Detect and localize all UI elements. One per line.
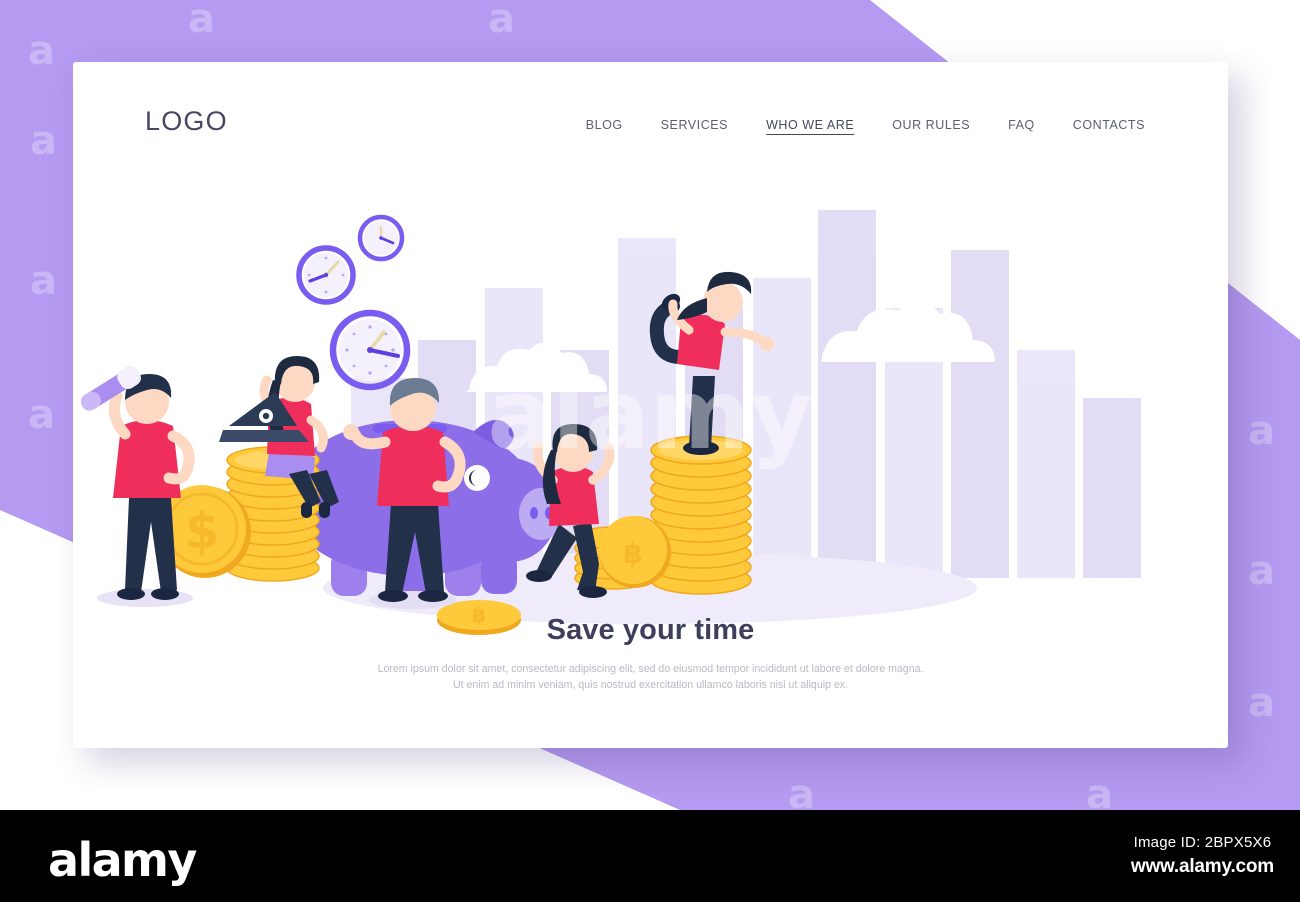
watermark-a-icon: a xyxy=(30,118,57,164)
alamy-url: www.alamy.com xyxy=(1130,856,1274,877)
watermark-a-icon: a xyxy=(188,0,215,42)
nav-item-contacts[interactable]: CONTACTS xyxy=(1054,114,1164,136)
hero-paragraph: Lorem ipsum dolor sit amet, consectetur … xyxy=(73,661,1228,693)
hero-illustration: $ ฿ ฿ alamy xyxy=(73,180,1228,650)
nav-item-blog[interactable]: BLOG xyxy=(567,114,642,136)
illustration-watermark: alamy xyxy=(487,359,812,471)
watermark-a-icon: a xyxy=(30,258,57,304)
svg-text:฿: ฿ xyxy=(623,537,642,570)
watermark-a-icon: a xyxy=(488,0,515,42)
site-logo[interactable]: LOGO xyxy=(145,106,228,137)
hero-paragraph-line-1: Lorem ipsum dolor sit amet, consectetur … xyxy=(377,663,924,675)
watermark-a-icon: a xyxy=(788,772,815,810)
alamy-image-id: Image ID: 2BPX5X6 xyxy=(1133,834,1272,851)
nav-item-who-we-are[interactable]: WHO WE ARE xyxy=(747,114,873,136)
clock-large-icon xyxy=(329,309,411,391)
page-title: Save your time xyxy=(546,614,755,646)
svg-text:$: $ xyxy=(185,502,220,560)
alamy-watermark-bar: alamy Image ID: 2BPX5X6 www.alamy.com xyxy=(0,810,1300,902)
clock-medium-icon xyxy=(296,245,356,305)
nav-item-our-rules[interactable]: OUR RULES xyxy=(873,114,989,136)
clock-small-icon xyxy=(357,214,405,262)
hero-illustration-svg: $ ฿ ฿ alamy xyxy=(80,210,1141,635)
watermark-a-icon: a xyxy=(1248,408,1275,454)
nav-item-services[interactable]: SERVICES xyxy=(642,114,747,136)
watermark-a-icon: a xyxy=(1248,548,1275,594)
watermark-a-icon: a xyxy=(28,28,55,74)
alamy-logo: alamy xyxy=(48,833,197,887)
alamy-meta: Image ID: 2BPX5X6 www.alamy.com xyxy=(1131,834,1274,878)
watermark-a-icon: a xyxy=(1248,680,1275,726)
watermark-a-icon: a xyxy=(1086,772,1113,810)
main-navigation: BLOG SERVICES WHO WE ARE OUR RULES FAQ C… xyxy=(567,114,1164,136)
landing-page-card: LOGO BLOG SERVICES WHO WE ARE OUR RULES … xyxy=(73,62,1228,748)
watermark-a-icon: a xyxy=(28,392,55,438)
hero-text-block: Save your time Lorem ipsum dolor sit ame… xyxy=(73,614,1228,693)
nav-item-faq[interactable]: FAQ xyxy=(989,114,1054,136)
hero-paragraph-line-2: Ut enim ad minim veniam, quis nostrud ex… xyxy=(452,679,849,692)
site-header: LOGO BLOG SERVICES WHO WE ARE OUR RULES … xyxy=(73,62,1228,182)
